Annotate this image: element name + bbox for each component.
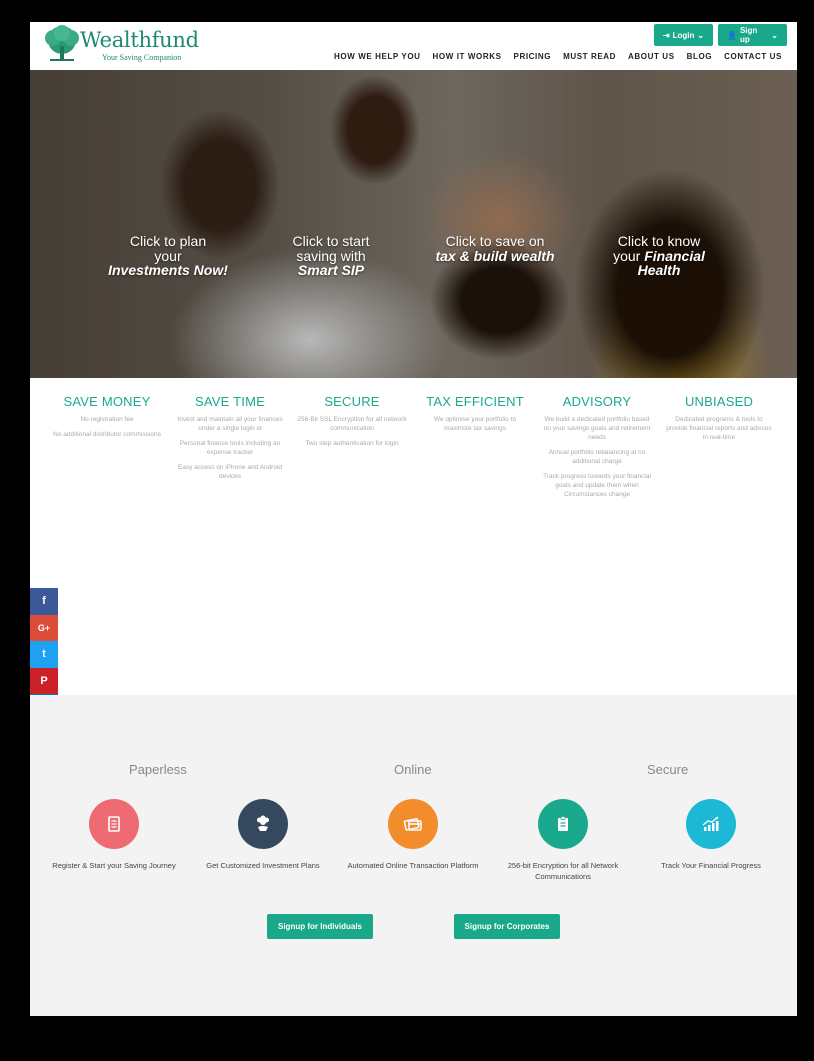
nav-blog[interactable]: BLOG [687, 52, 713, 61]
nav-about-us[interactable]: ABOUT US [628, 52, 675, 61]
feature-save-money: SAVE MONEY No registration fee No additi… [53, 394, 161, 438]
facebook-share-button[interactable]: f [30, 588, 58, 615]
step-register: Register & Start your Saving Journey [44, 799, 184, 872]
clipboard-icon [538, 799, 588, 849]
step-online-transaction: Automated Online Transaction Platform [343, 799, 483, 872]
feature-tax-efficient: TAX EFFICIENT We optimise your portfolio… [426, 394, 524, 432]
twitter-share-button[interactable]: t [30, 641, 58, 668]
feature-save-time: SAVE TIME Invest and maintain all your f… [177, 394, 283, 480]
hero-banner: Click to plan your Investments Now! Clic… [30, 70, 797, 378]
hero-cta-smart-sip[interactable]: Click to start saving with Smart SIP [271, 234, 391, 278]
features-section: SAVE MONEY No registration fee No additi… [30, 394, 797, 594]
main-nav: HOW WE HELP YOU HOW IT WORKS PRICING MUS… [334, 52, 782, 61]
step-investment-plans: Get Customized Investment Plans [193, 799, 333, 872]
category-secure: Secure [647, 762, 689, 777]
signup-corporates-button[interactable]: Signup for Corporates [454, 914, 560, 939]
step-track-progress: Track Your Financial Progress [641, 799, 781, 872]
twitter-icon: t [42, 648, 46, 661]
hero-cta-financial-health[interactable]: Click to know your Financial Health [599, 234, 719, 278]
pinterest-share-button[interactable]: P [30, 667, 58, 694]
facebook-icon: f [42, 595, 46, 608]
chevron-down-icon: ⌄ [771, 30, 778, 40]
hero-cta-tax-wealth[interactable]: Click to save on tax & build wealth [435, 234, 555, 263]
step-encryption: 256-bit Encryption for all Network Commu… [493, 799, 633, 882]
auth-buttons: ⇥ Login ⌄ 👤 Sign up ⌄ [654, 24, 787, 46]
chart-icon [686, 799, 736, 849]
nav-contact-us[interactable]: CONTACT US [724, 52, 782, 61]
login-button[interactable]: ⇥ Login ⌄ [654, 24, 713, 46]
logo[interactable]: Wealthfund Your Saving Companion [42, 24, 202, 66]
category-paperless: Paperless [129, 762, 187, 777]
signup-individuals-button[interactable]: Signup for Individuals [267, 914, 373, 939]
nav-how-it-works[interactable]: HOW IT WORKS [433, 52, 502, 61]
feature-unbiased: UNBIASED Dedicated programs & tools to p… [666, 394, 772, 441]
tree-logo-icon [45, 25, 79, 61]
brand-tagline: Your Saving Companion [102, 53, 182, 62]
chevron-down-icon: ⌄ [697, 30, 705, 40]
document-icon [89, 799, 139, 849]
nav-how-we-help-you[interactable]: HOW WE HELP YOU [334, 52, 421, 61]
nav-pricing[interactable]: PRICING [514, 52, 552, 61]
category-online: Online [394, 762, 432, 777]
how-it-works-section: Paperless Online Secure Register & Start… [30, 695, 797, 1016]
page: Wealthfund Your Saving Companion ⇥ Login… [30, 22, 797, 1016]
pinterest-icon: P [40, 674, 48, 687]
hero-cta-plan-investments[interactable]: Click to plan your Investments Now! [108, 234, 228, 278]
signup-button[interactable]: 👤 Sign up ⌄ [718, 24, 787, 46]
site-header: Wealthfund Your Saving Companion ⇥ Login… [30, 22, 797, 70]
google-plus-icon: G+ [37, 622, 51, 633]
wallet-icon [388, 799, 438, 849]
brand-name: Wealthfund [80, 28, 199, 52]
google-plus-share-button[interactable]: G+ [30, 614, 58, 641]
plant-icon [238, 799, 288, 849]
login-icon: ⇥ [662, 30, 670, 40]
feature-advisory: ADVISORY We build a dedicated portfolio … [543, 394, 651, 498]
user-icon: 👤 [727, 30, 737, 40]
nav-must-read[interactable]: MUST READ [563, 52, 616, 61]
feature-secure: SECURE 256-Bit SSL Encryption for all ne… [297, 394, 407, 447]
